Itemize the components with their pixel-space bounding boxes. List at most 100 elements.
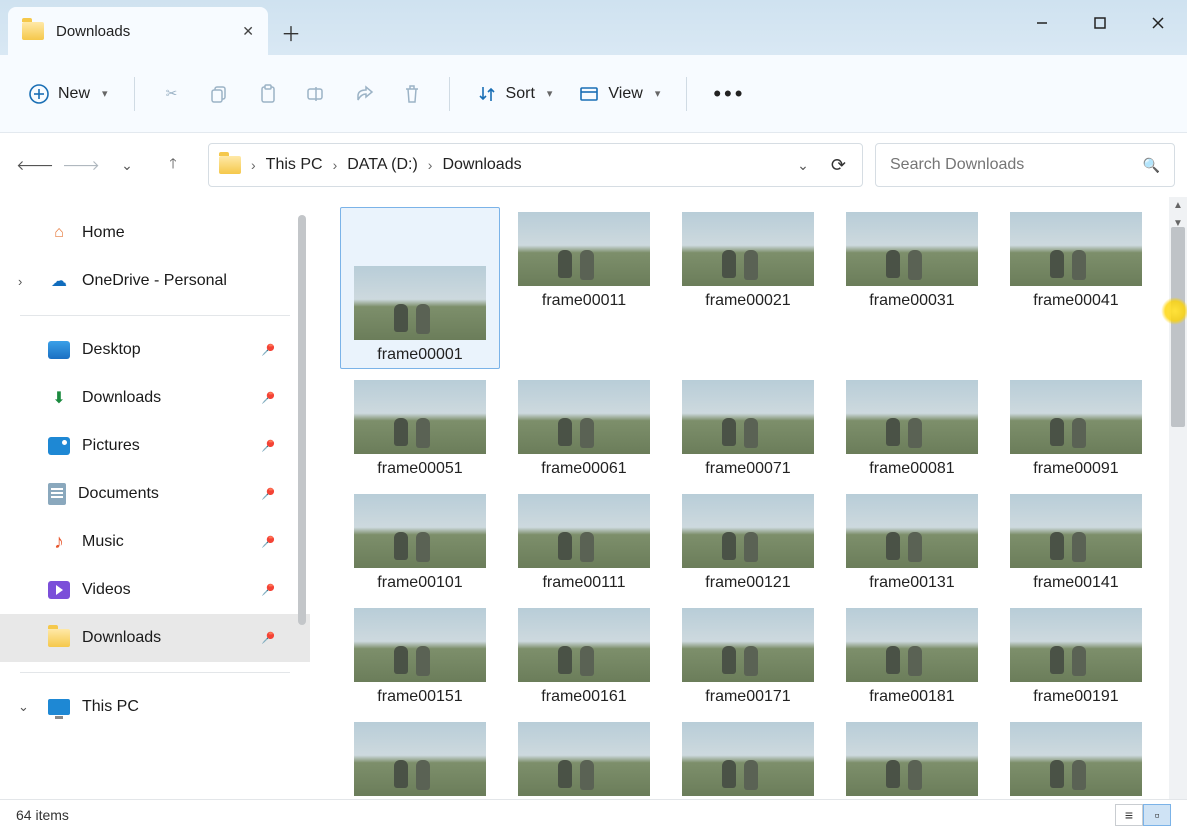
file-thumbnail [518, 722, 650, 796]
breadcrumb-thispc[interactable]: This PC [266, 156, 323, 174]
pin-icon[interactable]: 📍 [255, 434, 279, 458]
scroll-track[interactable] [1169, 215, 1187, 781]
file-item[interactable]: frame00011 [504, 207, 664, 369]
paste-button[interactable] [247, 73, 289, 115]
view-button[interactable]: View ▾ [568, 73, 670, 115]
folder-icon [48, 629, 70, 647]
pin-icon[interactable]: 📍 [255, 626, 279, 650]
file-item[interactable]: frame00081 [832, 375, 992, 483]
close-tab-icon[interactable]: ✕ [242, 23, 254, 40]
file-item[interactable]: frame00021 [668, 207, 828, 369]
file-item[interactable]: frame00181 [832, 603, 992, 711]
file-item[interactable]: frame00141 [996, 489, 1156, 597]
sidebar-downloads[interactable]: ⬇Downloads📍 [0, 374, 310, 422]
back-button[interactable]: 🡐 [22, 152, 48, 178]
file-item[interactable]: frame00121 [668, 489, 828, 597]
expand-icon[interactable]: ⌄ [18, 699, 29, 715]
file-label: frame00141 [1033, 574, 1118, 592]
file-thumbnail [1010, 494, 1142, 568]
separator [134, 77, 135, 111]
file-thumbnail [682, 380, 814, 454]
paste-icon [257, 83, 279, 105]
pc-icon [48, 699, 70, 715]
pin-icon[interactable]: 📍 [255, 530, 279, 554]
cut-button[interactable]: ✂ [151, 73, 193, 115]
sidebar-onedrive[interactable]: ›☁OneDrive - Personal [0, 257, 310, 305]
share-button[interactable] [343, 73, 385, 115]
delete-button[interactable] [391, 73, 433, 115]
file-label: frame00001 [377, 346, 462, 364]
breadcrumb-folder[interactable]: Downloads [442, 156, 521, 174]
chevron-right-icon: › [428, 157, 433, 173]
pin-icon[interactable]: 📍 [255, 482, 279, 506]
tab-downloads[interactable]: Downloads ✕ [8, 7, 268, 55]
address-bar[interactable]: › This PC › DATA (D:) › Downloads ⌄ ⟳ [208, 143, 863, 187]
file-item[interactable]: frame00061 [504, 375, 664, 483]
scroll-handle[interactable] [1171, 227, 1185, 427]
sidebar-desktop[interactable]: Desktop📍 [0, 326, 310, 374]
vertical-scrollbar[interactable]: ▲ ▼ [1169, 197, 1187, 799]
new-button[interactable]: New ▾ [18, 73, 118, 115]
refresh-button[interactable]: ⟳ [825, 155, 852, 176]
sidebar-thispc[interactable]: ⌄This PC [0, 683, 310, 731]
up-button[interactable]: 🡑 [160, 152, 186, 178]
file-item[interactable]: frame00111 [504, 489, 664, 597]
file-item[interactable]: frame00191 [996, 603, 1156, 711]
file-item[interactable]: frame00201 [340, 717, 500, 799]
minimize-button[interactable] [1013, 0, 1071, 46]
file-label: frame00051 [377, 460, 462, 478]
new-tab-button[interactable]: ＋ [268, 9, 314, 55]
file-item[interactable]: frame00101 [340, 489, 500, 597]
videos-icon [48, 581, 70, 599]
sidebar-pictures[interactable]: Pictures📍 [0, 422, 310, 470]
expand-icon[interactable]: › [18, 274, 22, 289]
details-view-button[interactable]: ≡ [1115, 804, 1143, 826]
search-box[interactable]: 🔍 [875, 143, 1175, 187]
file-item[interactable]: frame00091 [996, 375, 1156, 483]
more-button[interactable]: ••• [703, 81, 755, 107]
pin-icon[interactable]: 📍 [255, 578, 279, 602]
file-thumbnail [518, 380, 650, 454]
file-item[interactable]: frame00071 [668, 375, 828, 483]
scroll-up-button[interactable]: ▲ [1169, 197, 1187, 215]
file-item[interactable]: frame00001 [340, 207, 500, 369]
pin-icon[interactable]: 📍 [255, 338, 279, 362]
address-history-dropdown[interactable]: ⌄ [791, 157, 815, 174]
chevron-down-icon: ▾ [102, 87, 108, 100]
file-item[interactable]: frame00151 [340, 603, 500, 711]
sidebar-downloads-folder[interactable]: Downloads📍 [0, 614, 310, 662]
search-input[interactable] [890, 156, 1143, 174]
close-window-button[interactable] [1129, 0, 1187, 46]
pin-icon[interactable]: 📍 [255, 386, 279, 410]
cut-icon: ✂ [161, 83, 183, 105]
home-icon: ⌂ [48, 223, 70, 243]
search-icon[interactable]: 🔍 [1143, 157, 1160, 174]
recent-dropdown[interactable]: ⌄ [114, 152, 140, 178]
file-item[interactable]: frame00171 [668, 603, 828, 711]
file-item[interactable]: frame00051 [340, 375, 500, 483]
file-item[interactable]: frame00241 [996, 717, 1156, 799]
forward-button[interactable]: 🡒 [68, 152, 94, 178]
documents-icon [48, 483, 66, 505]
file-item[interactable]: frame00211 [504, 717, 664, 799]
sidebar-documents[interactable]: Documents📍 [0, 470, 310, 518]
copy-button[interactable] [199, 73, 241, 115]
sort-button[interactable]: Sort ▾ [466, 73, 563, 115]
file-item[interactable]: frame00041 [996, 207, 1156, 369]
sidebar-videos[interactable]: Videos📍 [0, 566, 310, 614]
file-item[interactable]: frame00131 [832, 489, 992, 597]
separator [449, 77, 450, 111]
thumbnails-view-button[interactable]: ▫ [1143, 804, 1171, 826]
file-item[interactable]: frame00031 [832, 207, 992, 369]
sidebar-music[interactable]: ♪Music📍 [0, 518, 310, 566]
file-thumbnail [354, 266, 486, 340]
file-thumbnail [846, 608, 978, 682]
maximize-button[interactable] [1071, 0, 1129, 46]
rename-button[interactable] [295, 73, 337, 115]
sidebar-scrollbar[interactable] [298, 215, 306, 625]
breadcrumb-drive[interactable]: DATA (D:) [347, 156, 418, 174]
sidebar-home[interactable]: ⌂Home [0, 209, 310, 257]
file-item[interactable]: frame00221 [668, 717, 828, 799]
file-item[interactable]: frame00231 [832, 717, 992, 799]
file-item[interactable]: frame00161 [504, 603, 664, 711]
